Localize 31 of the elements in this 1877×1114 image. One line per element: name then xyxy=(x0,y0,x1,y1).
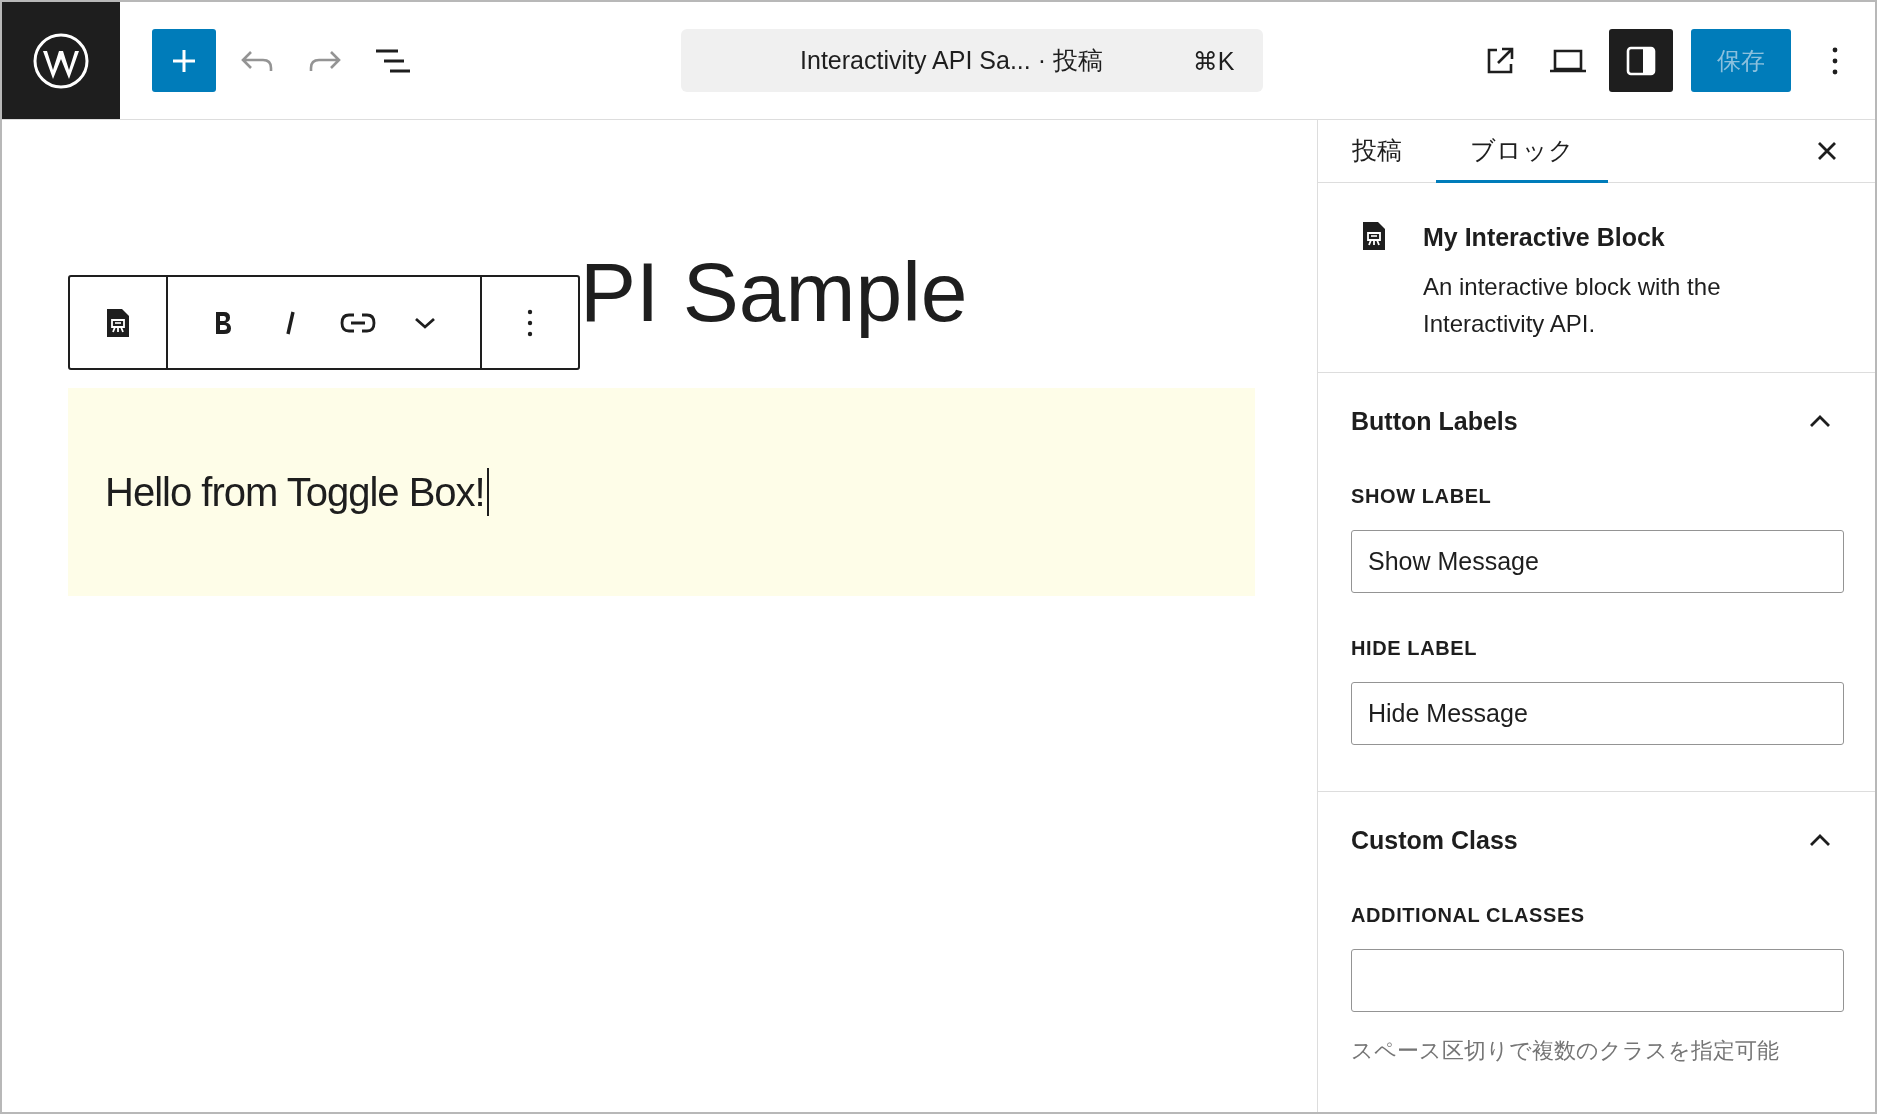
chevron-icon xyxy=(1808,833,1832,847)
command-bar[interactable]: Interactivity API Sa... · 投稿 ⌘K xyxy=(680,29,1263,92)
logo-icon xyxy=(32,31,90,90)
document-icon xyxy=(106,307,130,338)
panel-toggle[interactable]: Button Labels xyxy=(1351,401,1844,441)
toggle-box-block[interactable]: Hello from Toggle Box! xyxy=(68,388,1255,596)
help-text: スペース区切りで複数のクラスを指定可能 xyxy=(1351,1037,1780,1065)
logo-button[interactable] xyxy=(2,2,120,119)
document-title: Interactivity API Sa... · 投稿 xyxy=(800,45,1103,76)
settings-button[interactable] xyxy=(1609,29,1673,92)
paragraph-text: Hello from Toggle Box! xyxy=(105,469,485,515)
document-icon xyxy=(1362,221,1386,251)
shortcut-hint: ⌘K xyxy=(1192,46,1235,75)
more-icon xyxy=(1831,45,1839,76)
post-title: PI Sample xyxy=(580,244,969,341)
text-field[interactable]: Hide Message xyxy=(1351,682,1844,745)
field-label: HIDE LABEL xyxy=(1351,637,1478,660)
sidebar-tab[interactable]: ブロック xyxy=(1436,120,1608,183)
text-cursor xyxy=(486,468,489,516)
sidebar-icon xyxy=(1625,44,1657,77)
text-field[interactable] xyxy=(1351,949,1844,1012)
chevron-icon xyxy=(1808,414,1832,428)
text-field[interactable]: Show Message xyxy=(1351,530,1844,593)
field-label: ADDITIONAL CLASSES xyxy=(1351,904,1586,927)
sidebar-tab[interactable]: 投稿 xyxy=(1330,120,1424,183)
panel-toggle[interactable]: Custom Class xyxy=(1351,820,1844,860)
block-title: My Interactive Block xyxy=(1423,223,1666,252)
more-icon xyxy=(526,307,534,338)
block-description: An interactive block with the Interactivity API. xyxy=(1423,272,1722,339)
field-label: SHOW LABEL xyxy=(1351,485,1493,508)
add-block-button[interactable] xyxy=(152,29,216,92)
